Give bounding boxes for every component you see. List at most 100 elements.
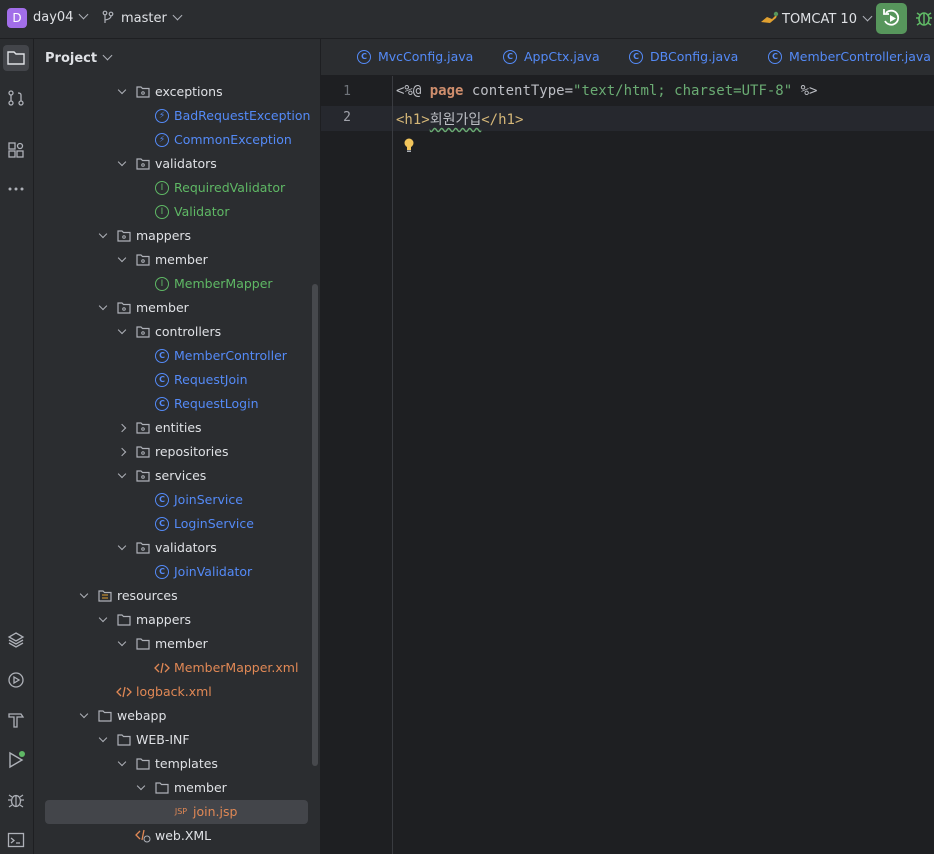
tree-item[interactable]: JSP join.jsp — [45, 800, 308, 824]
tab-label: MemberController.java — [789, 49, 931, 64]
intention-bulb[interactable] — [402, 137, 416, 157]
run-tool-button[interactable] — [3, 747, 29, 773]
structure-tool-button[interactable] — [3, 137, 29, 163]
project-panel: Project exceptions ⚡ BadRequestException ⚡ C… — [34, 39, 320, 854]
code-line-1[interactable]: <%@ page contentType="text/html; charset… — [396, 83, 817, 99]
build-tool-button[interactable] — [3, 707, 29, 733]
chevron-down-icon — [102, 50, 113, 61]
scrollbar[interactable] — [312, 284, 318, 766]
chevron-right-icon[interactable] — [115, 423, 129, 433]
chevron-down-icon[interactable] — [115, 325, 129, 335]
code-line-2[interactable]: <h1>회원가입</h1> — [396, 109, 523, 129]
xml-file-icon — [116, 684, 132, 700]
project-badge[interactable]: D — [7, 8, 27, 28]
tree-item[interactable]: validators — [115, 536, 217, 560]
debug-tool-button[interactable] — [3, 787, 29, 813]
tree-item[interactable]: C RequestLogin — [134, 392, 259, 416]
chevron-down-icon[interactable] — [96, 613, 110, 623]
tree-item[interactable]: member — [96, 296, 189, 320]
tree-item-label: member — [136, 300, 189, 315]
tree-item-label: webapp — [117, 708, 167, 723]
tree-item[interactable]: member — [115, 632, 208, 656]
chevron-down-icon[interactable] — [115, 157, 129, 167]
tree-item[interactable]: mappers — [96, 608, 191, 632]
tree-item-label: member — [155, 252, 208, 267]
tree-item[interactable]: member — [115, 248, 208, 272]
tree-item[interactable]: web.XML — [115, 824, 211, 848]
more-tools-button[interactable] — [3, 176, 29, 202]
run-config-selector[interactable]: TOMCAT 10 — [760, 10, 873, 27]
chevron-down-icon[interactable] — [115, 757, 129, 767]
tree-item[interactable]: ⚡ CommonException — [134, 128, 292, 152]
chevron-down-icon[interactable] — [115, 541, 129, 551]
tree-item[interactable]: C RequestJoin — [134, 368, 248, 392]
tree-item-label: controllers — [155, 324, 222, 339]
tree-item[interactable]: ⚡ BadRequestException — [134, 104, 310, 128]
code-editor[interactable]: 1 2 <%@ page contentType="text/html; cha… — [321, 76, 934, 854]
chevron-down-icon[interactable] — [115, 469, 129, 479]
tree-item[interactable]: C JoinValidator — [134, 560, 252, 584]
tree-item-label: logback.xml — [136, 684, 212, 699]
project-panel-header[interactable]: Project — [45, 50, 113, 66]
project-tool-button[interactable] — [3, 45, 29, 71]
chevron-right-icon[interactable] — [115, 447, 129, 457]
services-tool-button[interactable] — [3, 667, 29, 693]
terminal-icon — [7, 832, 25, 848]
chevron-down-icon[interactable] — [77, 709, 91, 719]
more-icon — [8, 187, 24, 191]
services-icon — [8, 672, 24, 688]
tree-item[interactable]: exceptions — [115, 80, 223, 104]
git-branch-icon — [102, 10, 114, 23]
rerun-button[interactable] — [876, 3, 907, 34]
tab-appctx[interactable]: C AppCtx.java — [503, 39, 600, 75]
tree-item[interactable]: repositories — [115, 440, 229, 464]
tree-item[interactable]: services — [115, 464, 206, 488]
tree-item[interactable]: webapp — [77, 704, 166, 728]
tree-item[interactable]: MemberMapper.xml — [134, 656, 298, 680]
bug-icon — [916, 12, 932, 26]
chevron-down-icon[interactable] — [77, 589, 91, 599]
editor-tabs: C MvcConfig.java C AppCtx.java C DBConfig.j… — [321, 39, 934, 76]
tree-item[interactable]: logback.xml — [96, 680, 212, 704]
debug-button[interactable] — [914, 8, 934, 32]
interface-icon: I — [154, 204, 170, 220]
tree-item[interactable]: controllers — [115, 320, 221, 344]
tree-item[interactable]: I MemberMapper — [134, 272, 273, 296]
tree-item[interactable]: C LoginService — [134, 512, 254, 536]
chevron-down-icon[interactable] — [96, 229, 110, 239]
terminal-tool-button[interactable] — [3, 827, 29, 853]
project-selector[interactable]: day04 — [33, 9, 89, 25]
tree-item[interactable]: entities — [115, 416, 202, 440]
commit-tool-button[interactable] — [3, 85, 29, 111]
tree-item-label: web.XML — [155, 828, 212, 843]
tree-item[interactable]: mappers — [96, 224, 191, 248]
tree-item-label: member — [174, 780, 227, 795]
chevron-down-icon[interactable] — [134, 781, 148, 791]
tree-item[interactable]: resources — [77, 584, 178, 608]
tree-item[interactable]: validators — [115, 152, 217, 176]
chevron-down-icon[interactable] — [96, 733, 110, 743]
chevron-down-icon[interactable] — [115, 637, 129, 647]
class-icon: C — [357, 50, 371, 64]
chevron-down-icon[interactable] — [115, 85, 129, 95]
tree-item[interactable]: I Validator — [134, 200, 229, 224]
chevron-down-icon[interactable] — [115, 253, 129, 263]
layers-tool-button[interactable] — [3, 627, 29, 653]
package-icon — [135, 540, 151, 556]
exception-icon: ⚡ — [154, 108, 170, 124]
tab-dbconfig[interactable]: C DBConfig.java — [629, 39, 738, 75]
chevron-down-icon[interactable] — [96, 301, 110, 311]
tree-item[interactable]: member — [134, 776, 227, 800]
tree-item-label: mappers — [136, 612, 192, 627]
tree-item[interactable]: C JoinService — [134, 488, 243, 512]
tree-item-label: validators — [155, 156, 217, 171]
tree-item-label: mappers — [136, 228, 192, 243]
tree-item[interactable]: WEB-INF — [96, 728, 190, 752]
class-icon: C — [768, 50, 782, 64]
tab-mvcconfig[interactable]: C MvcConfig.java — [357, 39, 473, 75]
tree-item[interactable]: templates — [115, 752, 218, 776]
tree-item[interactable]: I RequiredValidator — [134, 176, 285, 200]
tab-membercontroller[interactable]: C MemberController.java — [768, 39, 931, 75]
tree-item[interactable]: C MemberController — [134, 344, 287, 368]
branch-selector[interactable]: master — [101, 10, 183, 26]
